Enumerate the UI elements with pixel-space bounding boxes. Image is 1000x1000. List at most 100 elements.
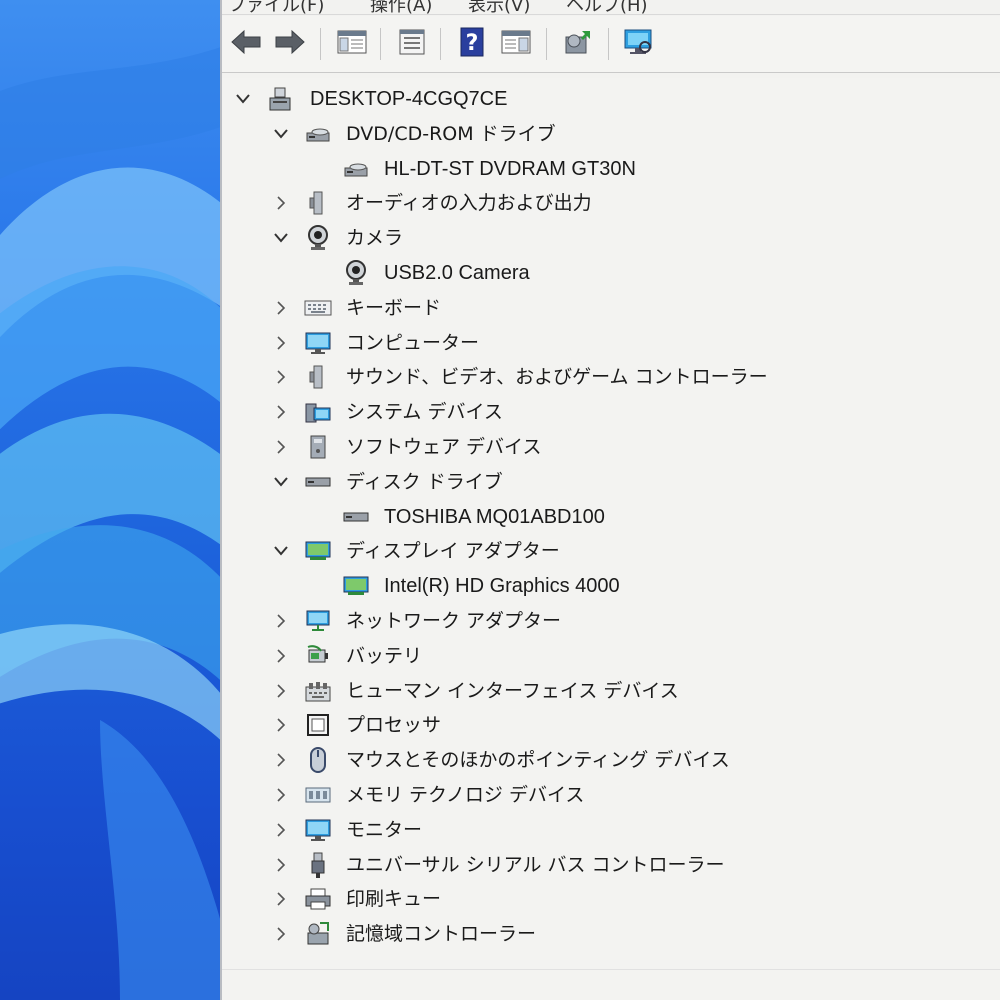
chevron-right-icon[interactable] (270, 888, 292, 910)
chevron-right-icon[interactable] (270, 784, 292, 806)
battery-icon (304, 642, 332, 670)
properties-button[interactable] (394, 26, 430, 62)
toolbar: ? (222, 16, 1000, 73)
chevron-down-icon[interactable] (232, 88, 254, 110)
tree-item-label: ディスプレイ アダプター (346, 540, 560, 563)
tree-category[interactable]: ヒューマン インターフェイス デバイス (222, 674, 1000, 708)
tree-category[interactable]: ネットワーク アダプター (222, 604, 1000, 638)
tree-item-label: バッテリ (346, 644, 423, 667)
disk-drive-icon (304, 468, 332, 496)
tree-category[interactable]: オーディオの入力および出力 (222, 186, 1000, 220)
menu-bar: ファイル(F) 操作(A) 表示(V) ヘルプ(H) (222, 0, 1000, 15)
scan-hardware-button[interactable] (620, 26, 656, 62)
toolbar-separator (380, 28, 381, 60)
tree-category[interactable]: コンピューター (222, 326, 1000, 360)
chevron-right-icon[interactable] (270, 332, 292, 354)
chevron-right-icon[interactable] (270, 366, 292, 388)
update-driver-icon (562, 27, 594, 61)
chevron-right-icon[interactable] (270, 436, 292, 458)
tree-item-label: 記憶域コントローラー (346, 923, 537, 946)
display-adapter-icon (342, 572, 370, 600)
tree-device[interactable]: TOSHIBA MQ01ABD100 (222, 500, 1000, 534)
software-device-icon (304, 433, 332, 461)
tree-category[interactable]: キーボード (222, 291, 1000, 325)
tree-device[interactable]: USB2.0 Camera (222, 256, 1000, 290)
printer-icon (304, 885, 332, 913)
update-driver-button[interactable] (560, 26, 596, 62)
tree-item-label: ヒューマン インターフェイス デバイス (346, 679, 679, 702)
help-button[interactable]: ? (454, 26, 490, 62)
hid-icon (304, 677, 332, 705)
chevron-right-icon[interactable] (270, 819, 292, 841)
tree-category[interactable]: ソフトウェア デバイス (222, 430, 1000, 464)
processor-icon (304, 711, 332, 739)
memory-icon (304, 781, 332, 809)
chevron-right-icon[interactable] (270, 297, 292, 319)
chevron-right-icon[interactable] (270, 749, 292, 771)
speaker-icon (304, 189, 332, 217)
tree-category[interactable]: 印刷キュー (222, 882, 1000, 916)
root-label: DESKTOP-4CGQ7CE (310, 88, 508, 110)
forward-button[interactable] (272, 26, 308, 62)
optical-drive-icon (304, 120, 332, 148)
show-hide-console-tree-button[interactable] (334, 26, 370, 62)
chevron-right-icon[interactable] (270, 714, 292, 736)
tree-item-label: HL-DT-ST DVDRAM GT30N (384, 157, 636, 180)
tree-device[interactable]: Intel(R) HD Graphics 4000 (222, 569, 1000, 603)
back-button[interactable] (228, 26, 264, 62)
chevron-down-icon[interactable] (270, 227, 292, 249)
menu-help[interactable]: ヘルプ(H) (566, 0, 648, 14)
action-pane-icon (501, 28, 531, 60)
camera-icon (342, 259, 370, 287)
svg-text:?: ? (466, 31, 479, 56)
storage-controller-icon (304, 920, 332, 948)
tree-item-label: メモリ テクノロジ デバイス (346, 784, 585, 806)
tree-item-label: 印刷キュー (346, 888, 442, 911)
tree-item-label: マウスとそのほかのポインティング デバイス (346, 749, 730, 772)
tree-category[interactable]: プロセッサ (222, 708, 1000, 742)
menu-view[interactable]: 表示(V) (468, 0, 530, 14)
tree-category[interactable]: サウンド、ビデオ、およびゲーム コントローラー (222, 360, 1000, 394)
toolbar-separator (320, 28, 321, 60)
chevron-right-icon[interactable] (270, 401, 292, 423)
chevron-down-icon[interactable] (270, 123, 292, 145)
chevron-right-icon[interactable] (270, 854, 292, 876)
tree-item-label: システム デバイス (346, 401, 503, 424)
tree-category[interactable]: ディスプレイ アダプター (222, 534, 1000, 568)
desktop-wallpaper (0, 0, 222, 1000)
chevron-right-icon[interactable] (270, 680, 292, 702)
tree-category[interactable]: DVD/CD-ROM ドライブ (222, 117, 1000, 151)
tree-category[interactable]: 記憶域コントローラー (222, 917, 1000, 951)
tree-category[interactable]: カメラ (222, 221, 1000, 255)
tree-category[interactable]: モニター (222, 813, 1000, 847)
display-adapter-icon (304, 537, 332, 565)
tree-item-label: TOSHIBA MQ01ABD100 (384, 505, 605, 528)
tree-root[interactable]: DESKTOP-4CGQ7CE (222, 82, 1000, 116)
menu-action[interactable]: 操作(A) (370, 0, 432, 14)
monitor-icon (304, 816, 332, 844)
action-pane-button[interactable] (498, 26, 534, 62)
tree-device[interactable]: HL-DT-ST DVDRAM GT30N (222, 152, 1000, 186)
tree-category[interactable]: システム デバイス (222, 395, 1000, 429)
chevron-right-icon[interactable] (270, 645, 292, 667)
tree-category[interactable]: ユニバーサル シリアル バス コントローラー (222, 848, 1000, 882)
tree-category[interactable]: メモリ テクノロジ デバイス (222, 778, 1000, 812)
tree-category[interactable]: マウスとそのほかのポインティング デバイス (222, 743, 1000, 777)
tree-item-label: ユニバーサル シリアル バス コントローラー (346, 853, 725, 876)
toolbar-separator (546, 28, 547, 60)
chevron-right-icon[interactable] (270, 610, 292, 632)
tree-item-label: コンピューター (346, 331, 480, 354)
computer-icon (304, 329, 332, 357)
tree-category[interactable]: バッテリ (222, 639, 1000, 673)
tree-category[interactable]: ディスク ドライブ (222, 465, 1000, 499)
chevron-right-icon[interactable] (270, 192, 292, 214)
device-tree: DESKTOP-4CGQ7CE DVD/CD-ROM ドライブ HL-DT-ST … (222, 78, 1000, 970)
chevron-right-icon[interactable] (270, 923, 292, 945)
arrow-right-icon (274, 29, 306, 59)
chevron-down-icon[interactable] (270, 471, 292, 493)
tree-item-label: プロセッサ (346, 714, 442, 737)
chevron-down-icon[interactable] (270, 540, 292, 562)
tree-item-label: モニター (346, 818, 423, 841)
keyboard-icon (304, 294, 332, 322)
menu-file[interactable]: ファイル(F) (228, 0, 324, 14)
